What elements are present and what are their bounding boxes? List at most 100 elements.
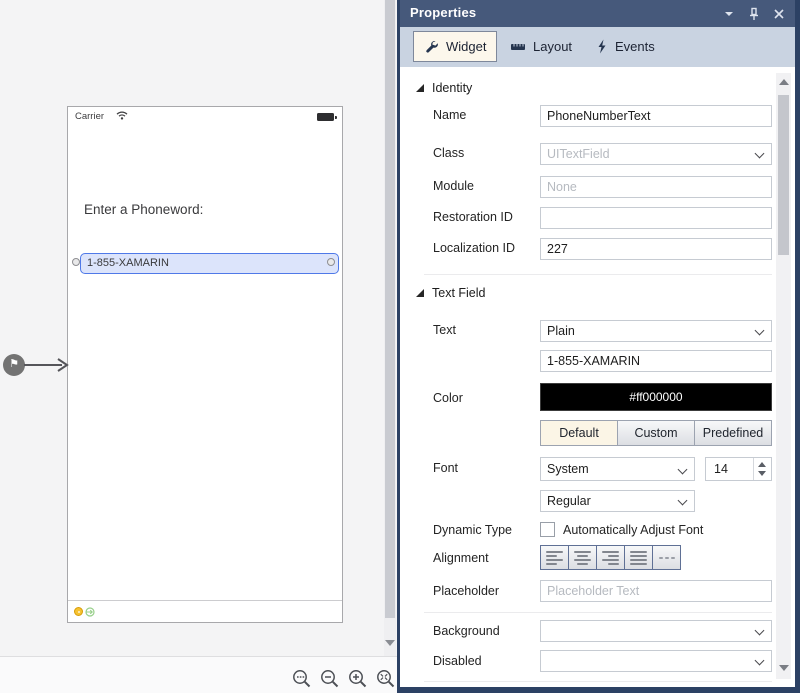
name-label: Name: [433, 108, 466, 122]
color-predefined-button[interactable]: Predefined: [694, 420, 772, 446]
lightning-icon: [596, 39, 608, 54]
module-input[interactable]: [540, 176, 772, 198]
properties-title-bar[interactable]: Properties: [400, 0, 795, 27]
close-icon[interactable]: [771, 6, 787, 22]
font-size-stepper[interactable]: 14: [705, 457, 772, 481]
phone-status-bar: Carrier: [68, 107, 342, 125]
stepper-up-icon[interactable]: [758, 462, 766, 467]
text-field-header-label: Text Field: [432, 286, 486, 300]
properties-scrollbar-thumb[interactable]: [778, 95, 789, 255]
localization-id-label: Localization ID: [433, 241, 515, 255]
placeholder-label: Placeholder: [433, 584, 499, 598]
tab-layout[interactable]: Layout: [500, 31, 582, 62]
tab-widget-label: Widget: [446, 39, 486, 54]
canvas-scroll-down-arrow[interactable]: [385, 640, 395, 646]
tab-events[interactable]: Events: [586, 31, 665, 62]
class-dropdown[interactable]: UITextField: [540, 143, 772, 165]
canvas-bottom-toolbar: [0, 656, 397, 693]
scroll-down-arrow[interactable]: [779, 665, 789, 671]
chevron-down-icon: [755, 656, 765, 666]
properties-body: Identity Name Class UITextField Module R…: [400, 67, 795, 687]
wifi-icon: [116, 111, 128, 120]
iphone-design-surface[interactable]: Carrier Enter a Phoneword: 1-855-XAMARIN: [67, 106, 343, 623]
restoration-id-input[interactable]: [540, 207, 772, 229]
initial-view-controller-indicator[interactable]: ⚑: [3, 354, 25, 376]
text-label: Text: [433, 323, 456, 337]
phone-number-textfield[interactable]: 1-855-XAMARIN: [80, 253, 339, 274]
chevron-down-icon: [755, 626, 765, 636]
section-divider: [424, 274, 772, 275]
font-label: Font: [433, 461, 458, 475]
battery-icon: [317, 113, 334, 121]
placeholder-input[interactable]: [540, 580, 772, 602]
properties-tabstrip: Widget Layout Events: [400, 27, 795, 67]
warning-badge-icon[interactable]: [74, 607, 83, 616]
auto-adjust-font-checkbox[interactable]: [540, 522, 555, 537]
expander-icon[interactable]: [416, 289, 424, 297]
text-mode-dropdown[interactable]: Plain: [540, 320, 772, 342]
expander-icon[interactable]: [416, 84, 424, 92]
section-divider: [424, 612, 772, 613]
color-label: Color: [433, 391, 463, 405]
dynamic-type-label: Dynamic Type: [433, 523, 512, 537]
stepper-down-icon[interactable]: [758, 471, 766, 476]
font-family-dropdown[interactable]: System: [540, 457, 695, 481]
chevron-down-icon: [755, 326, 765, 336]
align-right-button[interactable]: [596, 545, 625, 570]
class-label: Class: [433, 146, 464, 160]
identity-header-label: Identity: [432, 81, 472, 95]
font-weight-dropdown[interactable]: Regular: [540, 490, 695, 512]
window-position-icon[interactable]: [721, 6, 737, 22]
ruler-icon: [510, 41, 526, 53]
zoom-out-button[interactable]: [319, 668, 341, 690]
canvas-scrollbar-thumb[interactable]: [385, 0, 395, 618]
zoom-actual-size-button[interactable]: [375, 668, 397, 690]
scroll-up-arrow[interactable]: [779, 79, 789, 85]
font-family-value: System: [547, 462, 589, 476]
pin-icon[interactable]: [746, 6, 762, 22]
properties-panel: Properties Widget: [397, 0, 800, 693]
color-default-button[interactable]: Default: [540, 420, 618, 446]
module-label: Module: [433, 179, 474, 193]
panel-title: Properties: [410, 5, 476, 20]
text-value-input[interactable]: [540, 350, 772, 372]
zoom-to-fit-button[interactable]: [291, 668, 313, 690]
chevron-down-icon: [755, 149, 765, 159]
canvas-vertical-scrollbar[interactable]: [384, 0, 396, 656]
designer-canvas[interactable]: Carrier Enter a Phoneword: 1-855-XAMARIN…: [0, 0, 397, 693]
chevron-down-icon: [678, 496, 688, 506]
font-weight-value: Regular: [547, 494, 591, 508]
section-divider: [424, 681, 772, 682]
text-mode-value: Plain: [547, 324, 575, 338]
disabled-dropdown[interactable]: [540, 650, 772, 672]
class-dropdown-value: UITextField: [547, 147, 610, 161]
align-center-button[interactable]: [568, 545, 597, 570]
align-justified-button[interactable]: [624, 545, 653, 570]
exit-segue-icon[interactable]: [85, 607, 94, 616]
align-left-button[interactable]: [540, 545, 569, 570]
identity-section-header[interactable]: Identity: [416, 81, 472, 95]
phoneword-label[interactable]: Enter a Phoneword:: [84, 202, 203, 217]
stepper-arrows: [753, 458, 771, 480]
background-dropdown[interactable]: [540, 620, 772, 642]
color-custom-button[interactable]: Custom: [617, 420, 695, 446]
name-input[interactable]: [540, 105, 772, 127]
align-natural-button[interactable]: [652, 545, 681, 570]
resize-handle-left[interactable]: [72, 258, 80, 266]
color-swatch[interactable]: #ff000000: [540, 383, 772, 411]
chevron-down-icon: [678, 465, 688, 475]
text-field-section-header[interactable]: Text Field: [416, 286, 486, 300]
tab-widget[interactable]: Widget: [413, 31, 497, 62]
view-controller-footer-divider: [68, 600, 342, 601]
tab-layout-label: Layout: [533, 39, 572, 54]
localization-id-input[interactable]: [540, 238, 772, 260]
restoration-id-label: Restoration ID: [433, 210, 513, 224]
font-size-value: 14: [714, 462, 728, 476]
zoom-in-button[interactable]: [347, 668, 369, 690]
properties-scrollbar[interactable]: [776, 73, 791, 679]
background-label: Background: [433, 624, 500, 638]
auto-adjust-font-label: Automatically Adjust Font: [563, 523, 703, 537]
carrier-label: Carrier: [75, 111, 104, 122]
resize-handle-right[interactable]: [327, 258, 335, 266]
entry-arrow-icon: [24, 355, 70, 375]
